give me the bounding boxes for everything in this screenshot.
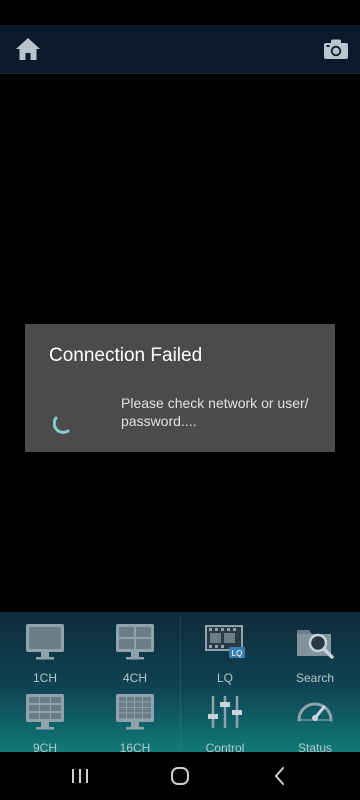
- dialog-message: Please check network or user/ password..…: [121, 395, 309, 429]
- connection-failed-dialog: Connection Failed Please check network o…: [25, 324, 335, 452]
- home-nav-icon[interactable]: [168, 765, 192, 787]
- camera-icon[interactable]: [323, 38, 349, 60]
- button-4ch-label: 4CH: [122, 671, 147, 685]
- sliders-icon: [208, 696, 242, 728]
- svg-text:LQ: LQ: [232, 649, 243, 658]
- button-lq-label: LQ: [216, 671, 233, 685]
- status-bar: [0, 0, 360, 25]
- button-status[interactable]: Status: [270, 686, 360, 756]
- button-1ch[interactable]: 1CH: [0, 616, 90, 686]
- button-search[interactable]: Search: [270, 616, 360, 686]
- home-icon[interactable]: [14, 36, 42, 62]
- top-toolbar: [0, 25, 360, 74]
- single-screen-icon: [26, 624, 64, 660]
- control-panel: 1CH 4CH LQ LQ Search 9CH 16CH Control St…: [0, 612, 360, 755]
- gauge-icon: [297, 702, 333, 722]
- button-1ch-label: 1CH: [32, 671, 57, 685]
- dialog-title: Connection Failed: [49, 345, 203, 366]
- button-control[interactable]: Control: [180, 686, 270, 756]
- button-search-label: Search: [295, 671, 335, 685]
- low-quality-film-icon: LQ: [205, 625, 245, 658]
- nine-grid-screen-icon: [26, 694, 64, 730]
- button-lq[interactable]: LQ LQ: [180, 616, 270, 686]
- loading-spinner-icon: [53, 416, 70, 434]
- search-folder-icon: [297, 630, 334, 659]
- button-4ch[interactable]: 4CH: [90, 616, 180, 686]
- system-navigation-bar: [0, 752, 360, 800]
- button-9ch[interactable]: 9CH: [0, 686, 90, 756]
- quad-screen-icon: [116, 624, 154, 660]
- back-icon[interactable]: [268, 765, 292, 787]
- recent-apps-icon[interactable]: [68, 765, 92, 787]
- button-16ch[interactable]: 16CH: [90, 686, 180, 756]
- sixteen-grid-screen-icon: [116, 694, 154, 730]
